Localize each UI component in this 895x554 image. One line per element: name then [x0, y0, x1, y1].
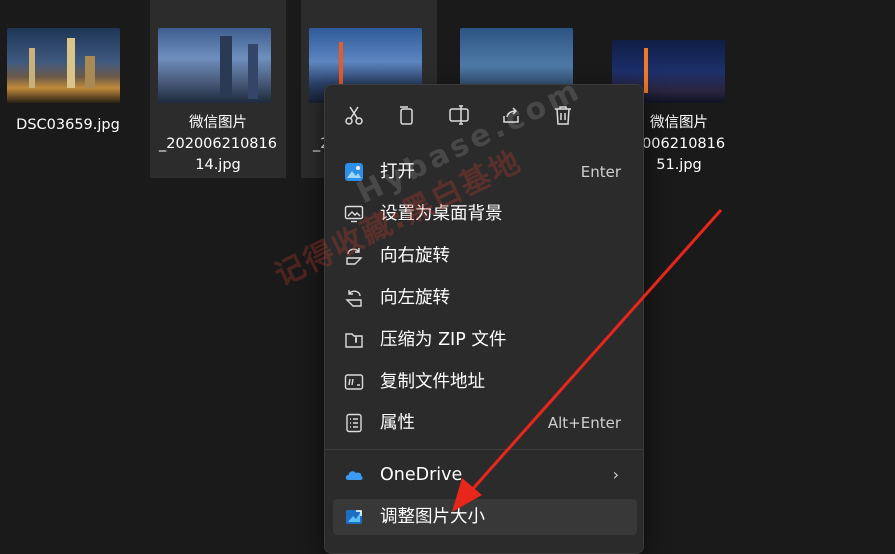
menu-item-label: 调整图片大小	[380, 507, 485, 527]
menu-item-properties[interactable]: 属性 Alt+Enter	[333, 405, 637, 441]
rename-icon	[449, 105, 469, 125]
context-menu: 打开 Enter 设置为桌面背景 向右旋转 向左旋转 压缩为 ZIP 文件 复制…	[324, 84, 644, 554]
file-name: DSC03659.jpg	[16, 117, 120, 133]
file-name-line: _202006210816	[159, 136, 277, 152]
chevron-right-icon: ›	[612, 465, 619, 484]
menu-item-label: 打开	[380, 162, 415, 182]
file-name-line: 14.jpg	[195, 157, 241, 173]
menu-item-label: 复制文件地址	[380, 372, 485, 392]
menu-item-set-wallpaper[interactable]: 设置为桌面背景	[333, 196, 637, 232]
copy-icon	[400, 106, 413, 125]
copy-path-icon	[344, 374, 364, 390]
cut-button[interactable]	[336, 97, 372, 133]
menu-item-label: OneDrive	[380, 465, 463, 485]
file-tile-wechat-14[interactable]: 微信图片 _202006210816 14.jpg	[150, 0, 286, 178]
context-menu-toolbar	[325, 85, 643, 141]
properties-icon	[346, 413, 362, 433]
menu-item-label: 向左旋转	[380, 288, 450, 308]
rename-button[interactable]	[441, 97, 477, 133]
menu-item-shortcut: Enter	[580, 163, 621, 181]
photos-icon	[345, 163, 363, 181]
delete-icon	[555, 106, 571, 125]
share-icon	[503, 107, 519, 123]
menu-item-label: 向右旋转	[380, 246, 450, 266]
rotate-right-icon	[346, 248, 363, 265]
copy-button[interactable]	[388, 97, 424, 133]
menu-item-compress-zip[interactable]: 压缩为 ZIP 文件	[333, 322, 637, 358]
menu-item-label: 属性	[380, 413, 415, 433]
file-thumbnail	[7, 28, 120, 103]
menu-item-rotate-left[interactable]: 向左旋转	[333, 280, 637, 316]
rotate-left-icon	[345, 290, 362, 307]
wallpaper-icon	[344, 205, 364, 223]
zip-icon	[345, 333, 363, 348]
cut-icon	[345, 106, 363, 125]
image-resizer-icon	[346, 510, 362, 524]
menu-item-label: 压缩为 ZIP 文件	[380, 330, 507, 350]
menu-separator	[325, 449, 643, 450]
file-tile-dsc03659[interactable]: DSC03659.jpg	[0, 0, 136, 178]
menu-item-shortcut: Alt+Enter	[547, 414, 621, 432]
menu-item-copy-path[interactable]: 复制文件地址	[333, 364, 637, 400]
file-name-line: 微信图片	[189, 115, 247, 131]
delete-button[interactable]	[545, 97, 581, 133]
share-button[interactable]	[493, 97, 529, 133]
file-thumbnail	[158, 28, 271, 103]
menu-item-image-resizer[interactable]: 调整图片大小	[333, 499, 637, 535]
onedrive-icon	[345, 471, 363, 480]
menu-item-onedrive[interactable]: OneDrive ›	[333, 457, 637, 493]
menu-item-open[interactable]: 打开 Enter	[333, 154, 637, 190]
menu-item-label: 设置为桌面背景	[380, 204, 503, 224]
menu-item-rotate-right[interactable]: 向右旋转	[333, 238, 637, 274]
